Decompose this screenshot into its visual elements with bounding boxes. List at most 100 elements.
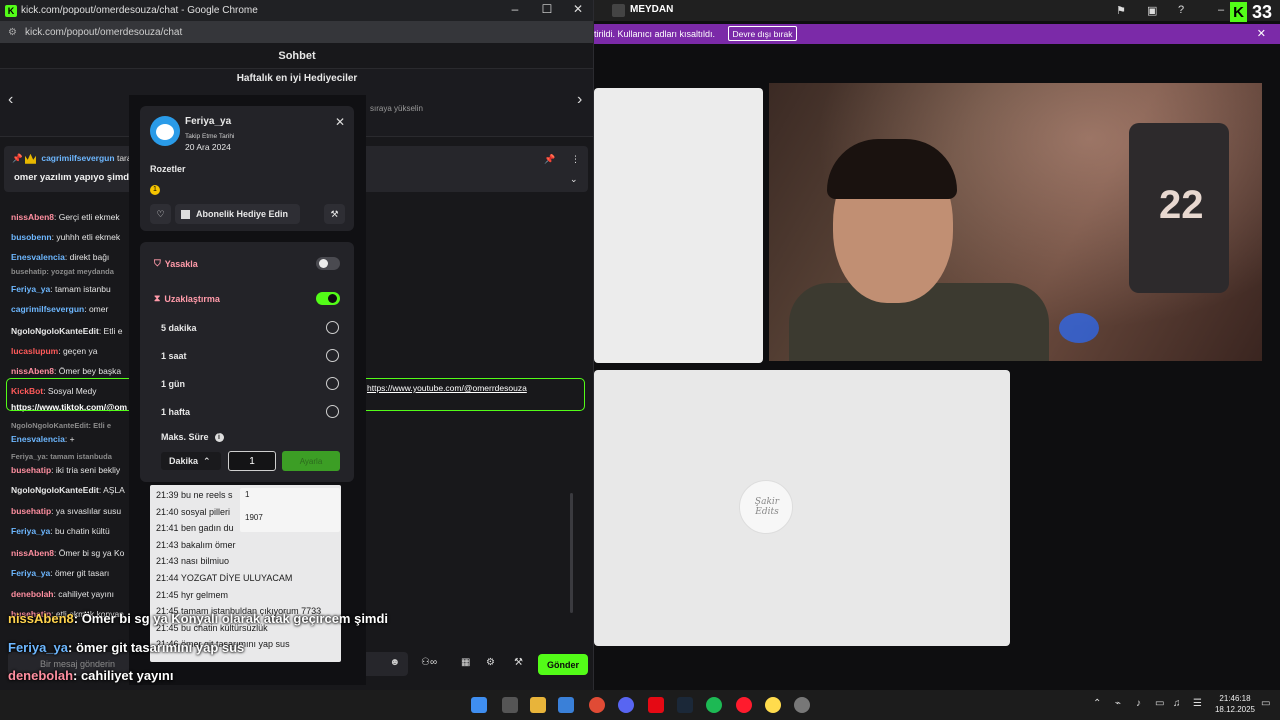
mod-tools-icon[interactable]: ⚒: [514, 657, 523, 668]
ban-toggle[interactable]: [316, 257, 340, 270]
steam-icon[interactable]: [677, 697, 693, 713]
battery-icon[interactable]: ▭: [1155, 698, 1164, 709]
chat-username[interactable]: Feriya_ya: tamam istanbuda: [11, 452, 112, 461]
notification-icon[interactable]: ▭: [1261, 698, 1270, 709]
store-icon[interactable]: [558, 697, 574, 713]
send-button[interactable]: Gönder: [538, 654, 588, 675]
emoji-icon[interactable]: ☻: [389, 657, 400, 668]
radio-1-week[interactable]: [326, 405, 339, 418]
chat-username[interactable]: busehatip: [11, 465, 51, 475]
option-1-week[interactable]: 1 hafta: [161, 407, 190, 417]
history-item[interactable]: 21:40 sosyal pilleri: [156, 507, 230, 517]
history-item[interactable]: 21:39 bu ne reels s: [156, 490, 233, 500]
clock[interactable]: 21:46:18 18.12.2025: [1210, 693, 1260, 715]
obs-icon[interactable]: [794, 697, 810, 713]
volume-icon[interactable]: ♫: [1173, 698, 1181, 709]
wifi-icon[interactable]: ☰: [1193, 698, 1202, 709]
chat-username[interactable]: nissAben8: [11, 212, 54, 222]
follow-date-label: Takip Etme Tarihi: [185, 133, 235, 140]
history-item[interactable]: 21:43 bakalım ömer: [156, 540, 236, 550]
flag-icon[interactable]: ⚑: [1116, 4, 1126, 17]
bot-icon[interactable]: ⚇∞: [421, 657, 437, 668]
radio-5-minutes[interactable]: [326, 321, 339, 334]
chevron-left-icon[interactable]: ‹: [8, 91, 13, 109]
info-icon[interactable]: i: [214, 432, 224, 442]
picture-icon[interactable]: ▣: [1147, 4, 1157, 17]
option-1-day[interactable]: 1 gün: [161, 379, 185, 389]
crown-icon: [24, 153, 36, 164]
settings-icon[interactable]: ⚙: [486, 657, 495, 668]
chat-message: busobenn: yuhhh etli ekmek: [11, 232, 120, 242]
yandex-icon[interactable]: [765, 697, 781, 713]
chat-username[interactable]: busehatip: yozgat meydanda: [11, 267, 114, 276]
more-options-icon[interactable]: ⋮: [571, 154, 580, 165]
discord-icon[interactable]: [618, 697, 634, 713]
chat-scrollbar[interactable]: [570, 493, 573, 613]
start-icon[interactable]: [471, 697, 487, 713]
chrome-icon[interactable]: [589, 697, 605, 713]
clock-time: 21:46:18: [1219, 694, 1251, 703]
chat-username[interactable]: NgoloNgoloKanteEdit: [11, 326, 99, 336]
minimize-app-icon[interactable]: –: [1218, 4, 1224, 16]
pinned-by-user[interactable]: cagrimilfsevergun: [41, 153, 114, 163]
chat-username[interactable]: Feriya_ya: [11, 568, 50, 578]
follow-heart-button[interactable]: ♡: [150, 204, 171, 224]
chat-username[interactable]: lucaslupum: [11, 346, 58, 356]
chat-username[interactable]: Feriya_ya: [11, 284, 50, 294]
logo-text: Şakir Edits: [754, 497, 780, 517]
option-5-minutes[interactable]: 5 dakika: [161, 323, 197, 333]
microphone-icon[interactable]: ♪: [1136, 698, 1141, 709]
history-item[interactable]: 21:44 YOZGAT DİYE ULUYACAM: [156, 573, 292, 583]
mod-hammer-button[interactable]: ⚒: [324, 204, 345, 224]
chat-text: : cahiliyet yayını: [53, 589, 114, 599]
viewer-count: 33: [1252, 2, 1273, 22]
gift-subscription-button[interactable]: Abonelik Hediye Edin: [175, 204, 300, 224]
address-bar[interactable]: ⚙ kick.com/popout/omerdesouza/chat: [0, 21, 593, 43]
radio-1-hour[interactable]: [326, 349, 339, 362]
netflix-icon[interactable]: [648, 697, 664, 713]
chat-username[interactable]: Enesvalencia: [11, 434, 65, 444]
chat-username[interactable]: NgoloNgoloKanteEdit: [11, 485, 99, 495]
chat-username[interactable]: denebolah: [11, 589, 54, 599]
spotify-icon[interactable]: [706, 697, 722, 713]
option-1-hour[interactable]: 1 saat: [161, 351, 187, 361]
network-icon[interactable]: ⌁: [1115, 698, 1121, 709]
chat-username[interactable]: NgoloNgoloKanteEdit: Etli e: [11, 421, 111, 430]
close-notice-icon[interactable]: ✕: [1257, 27, 1266, 40]
opera-icon[interactable]: [736, 697, 752, 713]
help-icon[interactable]: ?: [1178, 4, 1184, 16]
chat-username[interactable]: cagrimilfsevergun: [11, 304, 84, 314]
site-info-icon[interactable]: ⚙: [8, 27, 17, 38]
task-view-icon[interactable]: [502, 697, 518, 713]
history-item[interactable]: 21:45 hyr gelmem: [156, 590, 228, 600]
maximize-icon[interactable]: ☐: [532, 2, 562, 16]
minimize-icon[interactable]: –: [500, 2, 530, 16]
chat-username[interactable]: nissAben8: [11, 548, 54, 558]
gift-icon[interactable]: ▦: [461, 657, 470, 668]
close-icon[interactable]: ✕: [335, 115, 345, 129]
unit-dropdown[interactable]: Dakika ⌃: [161, 452, 221, 470]
history-item[interactable]: 21:43 nası bilmiuo: [156, 556, 229, 566]
chat-username[interactable]: busehatip: [11, 506, 51, 516]
file-explorer-icon[interactable]: [530, 697, 546, 713]
chat-username[interactable]: busobenn: [11, 232, 52, 242]
chat-username[interactable]: Feriya_ya: [11, 526, 50, 536]
history-item[interactable]: 21:41 ben gadın du: [156, 523, 234, 533]
chat-username[interactable]: Enesvalencia: [11, 252, 65, 262]
disable-button[interactable]: Devre dışı bırak: [728, 26, 797, 41]
reply-preview: Feriya_ya: tamam istanbuda: [11, 452, 112, 461]
kickbot-youtube-link[interactable]: https://www.youtube.com/@omerrdesouza: [367, 383, 527, 393]
chevron-up-icon[interactable]: ⌃: [1093, 698, 1101, 709]
radio-1-day[interactable]: [326, 377, 339, 390]
pin-action-icon[interactable]: 📌: [544, 154, 555, 165]
suggestion-item[interactable]: 1: [245, 490, 249, 499]
follow-date: 20 Ara 2024: [185, 142, 231, 152]
duration-input[interactable]: 1: [228, 451, 276, 471]
suggestion-item[interactable]: 1907: [245, 513, 263, 522]
chat-username[interactable]: nissAben8: [11, 366, 54, 376]
chevron-down-icon[interactable]: ⌄: [570, 174, 578, 185]
chevron-right-icon[interactable]: ›: [577, 91, 582, 109]
close-window-icon[interactable]: ✕: [563, 2, 593, 16]
timeout-toggle[interactable]: [316, 292, 340, 305]
apply-button[interactable]: Ayarla: [282, 451, 340, 471]
